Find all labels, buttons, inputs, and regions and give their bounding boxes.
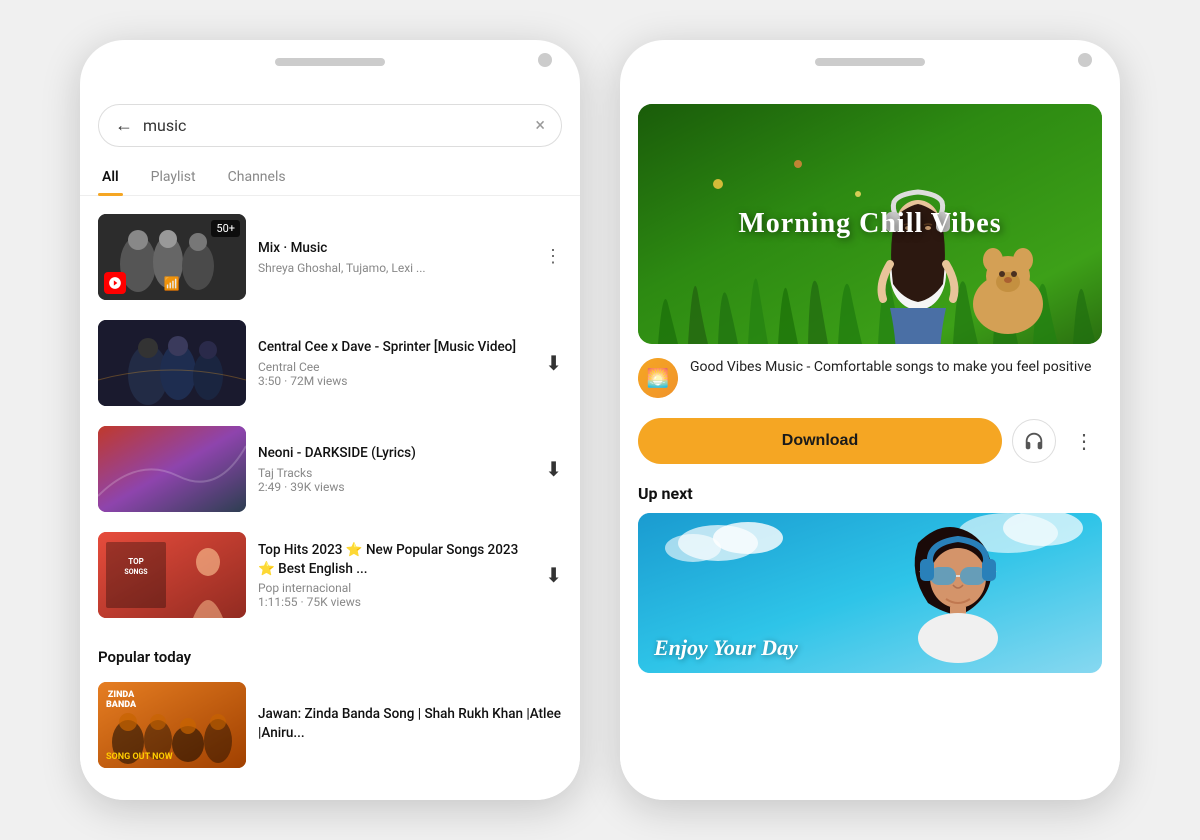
download-button[interactable]: ⬇ <box>545 457 562 481</box>
channel-description: Good Vibes Music - Comfortable songs to … <box>690 358 1102 378</box>
channel-name: Taj Tracks <box>258 466 533 480</box>
list-item[interactable]: DARKSIDENEONI Neoni - DARKSIDE (Lyrics) … <box>80 416 580 522</box>
right-phone-content: Morning Chill Vibes 🌅 Good Vibes Music <box>620 88 1120 800</box>
video-actions: ⬇ <box>545 563 562 587</box>
video-actions: ⬇ <box>545 351 562 375</box>
video-stats: 2:49 · 39K views <box>258 480 533 494</box>
video-thumbnail <box>98 320 246 406</box>
tab-playlist[interactable]: Playlist <box>147 159 200 195</box>
download-button[interactable]: ⬇ <box>545 351 562 375</box>
list-item[interactable]: ZINDABANDA SONG OUT NOW Jawan: Zinda Ban… <box>80 672 580 778</box>
video-title: Central Cee x Dave - Sprinter [Music Vid… <box>258 338 533 357</box>
right-phone: Morning Chill Vibes 🌅 Good Vibes Music <box>620 40 1120 800</box>
tab-all[interactable]: All <box>98 159 123 195</box>
video-actions: ⋮ <box>544 248 562 266</box>
video-actions: ⬇ <box>545 457 562 481</box>
video-thumbnail: ZINDABANDA SONG OUT NOW <box>98 682 246 768</box>
list-item[interactable]: 50+ 📶 Mix · Music Shreya Ghoshal, Tujamo… <box>80 204 580 310</box>
video-info: Top Hits 2023 ⭐ New Popular Songs 2023 ⭐… <box>258 541 533 610</box>
channel-row: 🌅 Good Vibes Music - Comfortable songs t… <box>620 344 1120 412</box>
video-title: Mix · Music <box>258 239 532 258</box>
svg-text:TOP: TOP <box>128 557 144 566</box>
more-button[interactable]: ⋮ <box>544 248 562 266</box>
video-results-list: 50+ 📶 Mix · Music Shreya Ghoshal, Tujamo… <box>80 196 580 636</box>
svg-text:SONGS: SONGS <box>124 568 148 576</box>
thumb-title: ZINDABANDA <box>106 690 136 710</box>
more-options-button[interactable]: ⋮ <box>1066 423 1102 459</box>
tab-channels[interactable]: Channels <box>224 159 290 195</box>
left-phone: ← music × All Playlist Channels <box>80 40 580 800</box>
section-header: Popular today <box>80 636 580 672</box>
video-stats: 1:11:55 · 75K views <box>258 595 533 609</box>
hero-image: Morning Chill Vibes <box>638 104 1102 344</box>
video-info: Central Cee x Dave - Sprinter [Music Vid… <box>258 338 533 388</box>
video-info: Mix · Music Shreya Ghoshal, Tujamo, Lexi… <box>258 239 532 275</box>
video-thumbnail: TOP SONGS <box>98 532 246 618</box>
up-next-header: Up next <box>620 478 1120 513</box>
up-next-title: Enjoy Your Day <box>638 623 814 673</box>
left-phone-content: ← music × All Playlist Channels <box>80 88 580 800</box>
up-next-thumbnail[interactable]: Enjoy Your Day <box>638 513 1102 673</box>
video-title: Jawan: Zinda Banda Song | Shah Rukh Khan… <box>258 705 562 743</box>
video-thumbnail: 50+ 📶 <box>98 214 246 300</box>
search-bar: ← music × <box>98 104 562 147</box>
hero-image-overlay: Morning Chill Vibes <box>638 104 1102 344</box>
headphone-button[interactable] <box>1012 419 1056 463</box>
search-tabs: All Playlist Channels <box>80 159 580 196</box>
list-item[interactable]: Central Cee x Dave - Sprinter [Music Vid… <box>80 310 580 416</box>
badge-count: 50+ <box>211 220 240 237</box>
channel-avatar: 🌅 <box>638 358 678 398</box>
download-button[interactable]: Download <box>638 418 1002 464</box>
svg-text:🌅: 🌅 <box>647 367 669 389</box>
video-meta: Shreya Ghoshal, Tujamo, Lexi ... <box>258 261 532 275</box>
video-info: Neoni - DARKSIDE (Lyrics) Taj Tracks 2:4… <box>258 444 533 494</box>
video-stats: 3:50 · 72M views <box>258 374 533 388</box>
hero-title: Morning Chill Vibes <box>722 207 1017 241</box>
video-title: Neoni - DARKSIDE (Lyrics) <box>258 444 533 463</box>
video-info: Jawan: Zinda Banda Song | Shah Rukh Khan… <box>258 705 562 746</box>
channel-name: Pop internacional <box>258 581 533 595</box>
search-input[interactable]: music <box>143 116 525 135</box>
video-thumbnail: DARKSIDENEONI <box>98 426 246 512</box>
video-title: Top Hits 2023 ⭐ New Popular Songs 2023 ⭐… <box>258 541 533 579</box>
download-button[interactable]: ⬇ <box>545 563 562 587</box>
clear-button[interactable]: × <box>535 115 545 136</box>
channel-name: Central Cee <box>258 360 533 374</box>
channel-icon <box>104 272 126 294</box>
back-button[interactable]: ← <box>115 115 133 136</box>
list-item[interactable]: TOP SONGS Top Hits 2023 ⭐ New Popular So… <box>80 522 580 628</box>
download-row: Download ⋮ <box>620 412 1120 478</box>
